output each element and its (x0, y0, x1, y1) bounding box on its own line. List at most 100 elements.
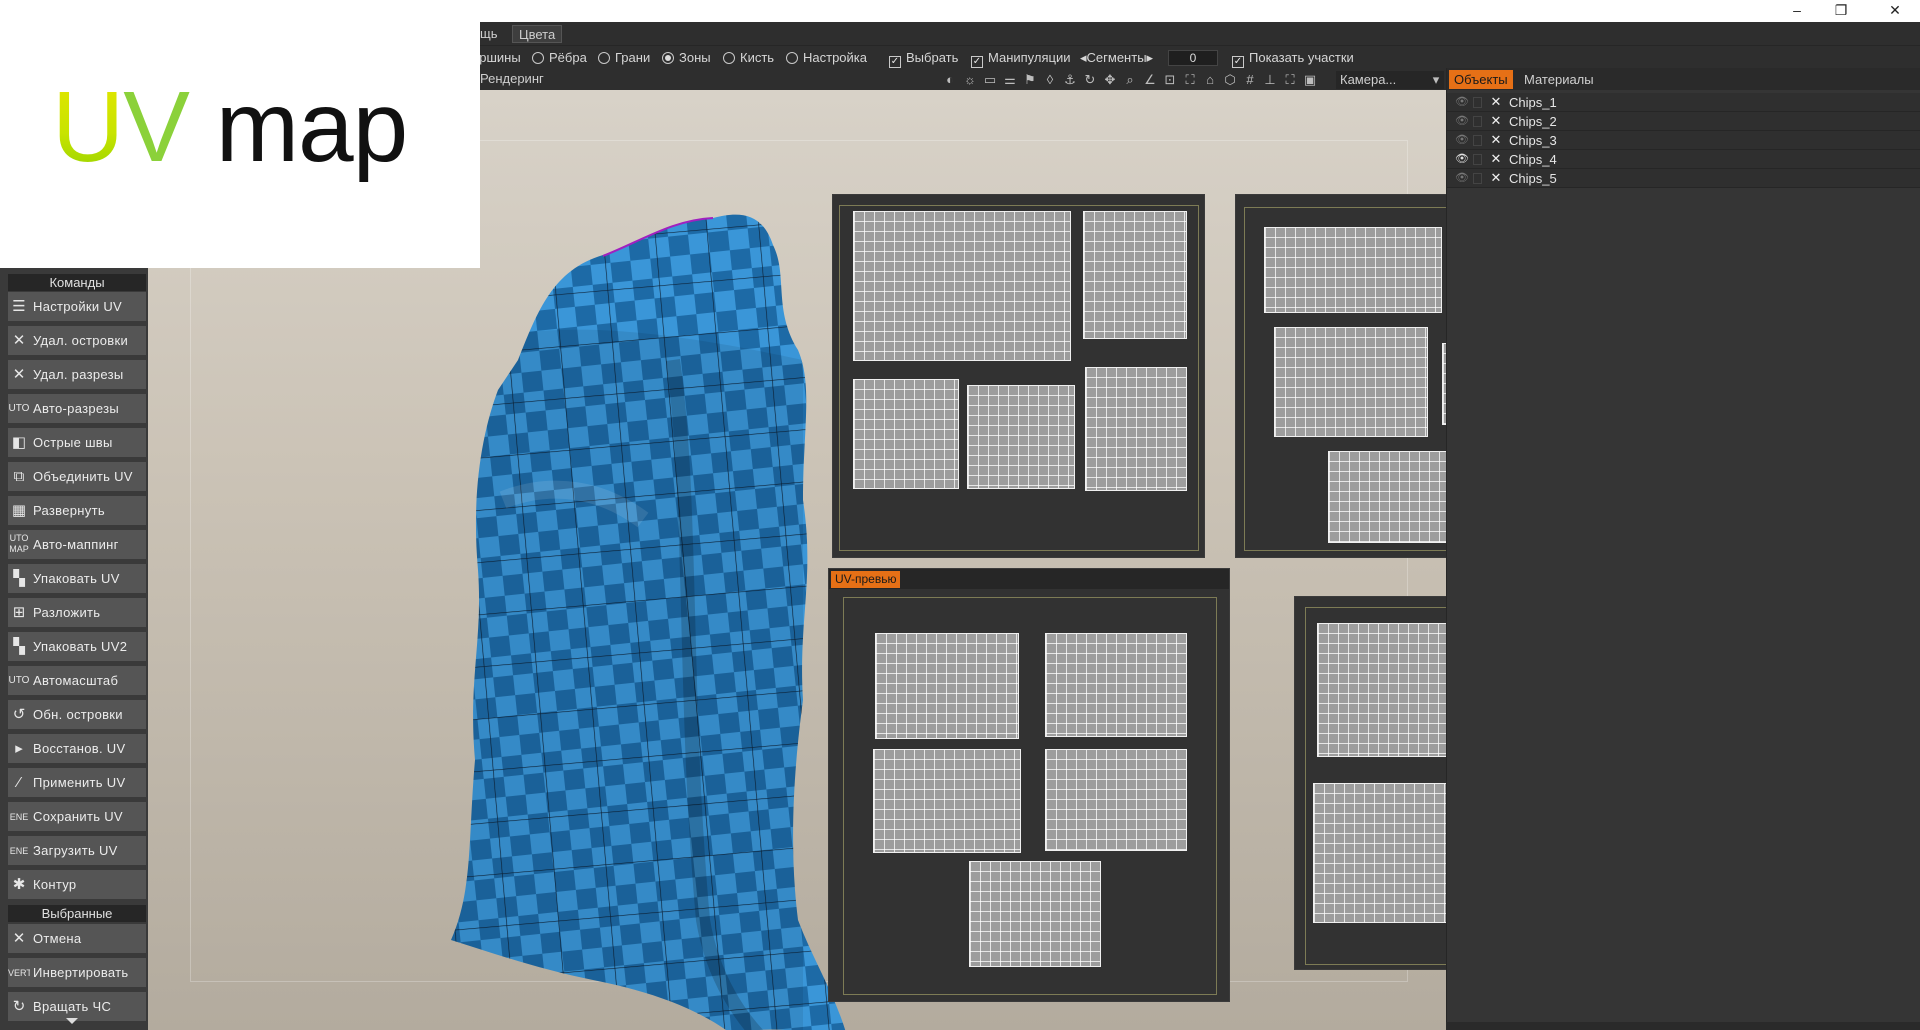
uv-island[interactable] (969, 861, 1101, 967)
cube-icon[interactable]: ⬡ (1222, 72, 1238, 88)
grid-light-icon[interactable]: ⚌ (1002, 72, 1018, 88)
command-uv-settings[interactable]: ☰ Настройки UV (8, 292, 146, 323)
command-refresh-islands[interactable]: ↺ Обн. островки (8, 700, 146, 731)
mode-faces[interactable]: Грани (598, 50, 650, 66)
grid-icon[interactable]: # (1242, 72, 1258, 88)
lock-icon[interactable] (1473, 154, 1482, 165)
uv-island[interactable] (873, 749, 1021, 853)
close-icon[interactable]: ✕ (1489, 151, 1503, 167)
uv-island[interactable] (1264, 227, 1442, 313)
tab-materials[interactable]: Материалы (1519, 70, 1599, 89)
eye-hidden-icon[interactable]: 👁 (1455, 172, 1469, 184)
command-auto-mapping[interactable]: UTO MAP Авто-маппинг (8, 530, 146, 561)
uv-island[interactable] (1045, 633, 1187, 737)
option-manipulators[interactable]: ✓ Манипуляции (971, 50, 1071, 68)
uv-island[interactable] (967, 385, 1075, 489)
command-delete-islands[interactable]: ✕ Удал. островки (8, 326, 146, 357)
close-icon[interactable]: ✕ (1489, 132, 1503, 148)
uv-island[interactable] (1045, 749, 1187, 851)
command-cancel[interactable]: ✕ Отмена (8, 924, 146, 955)
segments-input[interactable]: 0 (1168, 50, 1218, 66)
command-pack-uv2[interactable]: ▚ Упаковать UV2 (8, 632, 146, 663)
tab-objects[interactable]: Объекты (1449, 70, 1513, 89)
close-icon[interactable]: ✕ (1489, 94, 1503, 110)
command-load-uv[interactable]: ENE Загрузить UV (8, 836, 146, 867)
command-invert[interactable]: VERT Инвертировать (8, 958, 146, 989)
command-restore-uv[interactable]: ▸ Восстанов. UV (8, 734, 146, 765)
command-contour[interactable]: ✱ Контур (8, 870, 146, 901)
chevron-down-icon[interactable]: ▾ (1428, 72, 1444, 88)
checkbox-checked-icon: ✓ (971, 56, 983, 68)
commands-header: Команды (8, 274, 146, 291)
command-save-uv[interactable]: ENE Сохранить UV (8, 802, 146, 833)
fullscreen-icon[interactable]: ⛶ (1282, 72, 1298, 88)
object-row[interactable]: 👁 ✕ Chips_3 (1447, 131, 1920, 150)
eye-hidden-icon[interactable]: 👁 (1455, 115, 1469, 127)
tab-uv-preview[interactable]: UV-превью (831, 571, 901, 588)
command-delete-cuts[interactable]: ✕ Удал. разрезы (8, 360, 146, 391)
uv-island[interactable] (853, 211, 1071, 361)
zoom-icon[interactable]: ⌕ (1122, 72, 1138, 88)
close-icon[interactable]: ✕ (1489, 170, 1503, 186)
command-sharp-seams[interactable]: ◧ Острые швы (8, 428, 146, 459)
drop-icon[interactable]: ◊ (1042, 72, 1058, 88)
minimize-button[interactable]: – (1774, 0, 1820, 22)
eye-hidden-icon[interactable]: 👁 (1455, 96, 1469, 108)
axis-icon[interactable]: ⊥ (1262, 72, 1278, 88)
command-apply-uv[interactable]: ⁄ Применить UV (8, 768, 146, 799)
segments-label: ◂Сегменты▸ (1080, 50, 1154, 65)
command-unwrap[interactable]: ▦ Развернуть (8, 496, 146, 527)
anchor-icon[interactable]: ⚓ (1062, 72, 1078, 88)
command-layout[interactable]: ⊞ Разложить (8, 598, 146, 629)
lock-icon[interactable] (1473, 135, 1482, 146)
uv-island[interactable] (1083, 211, 1187, 339)
close-icon[interactable]: ✕ (1489, 113, 1503, 129)
object-row[interactable]: 👁 ✕ Chips_4 (1447, 150, 1920, 169)
command-autoscale[interactable]: UTO Автомасштаб (8, 666, 146, 697)
command-auto-cuts[interactable]: UTO Авто-разрезы (8, 394, 146, 425)
eye-visible-icon[interactable]: 👁 (1455, 153, 1469, 165)
object-row[interactable]: 👁 ✕ Chips_2 (1447, 112, 1920, 131)
rotate-icon[interactable]: ↻ (1082, 72, 1098, 88)
restore-button[interactable]: ❐ (1818, 0, 1864, 22)
contrast-icon[interactable]: ◐ (942, 72, 958, 88)
frame-select-icon[interactable]: ⛶ (1182, 72, 1198, 88)
command-merge-uv[interactable]: ⧉ Объединить UV (8, 462, 146, 493)
scroll-down-icon[interactable] (66, 1018, 78, 1024)
lock-icon[interactable] (1473, 173, 1482, 184)
command-pack-uv[interactable]: ▚ Упаковать UV (8, 564, 146, 595)
image-icon[interactable]: ▣ (1302, 72, 1318, 88)
mode-brush[interactable]: Кисть (723, 50, 774, 66)
lock-icon[interactable] (1473, 116, 1482, 127)
fit-icon[interactable]: ⊡ (1162, 72, 1178, 88)
uv-island[interactable] (1085, 367, 1187, 491)
object-name: Chips_3 (1509, 133, 1557, 148)
object-row[interactable]: 👁 ✕ Chips_5 (1447, 169, 1920, 188)
close-button[interactable]: ✕ (1872, 0, 1918, 22)
option-show-areas[interactable]: ✓ Показать участки (1232, 50, 1354, 68)
uv-island[interactable] (1313, 783, 1465, 923)
mode-zones[interactable]: Зоны (662, 50, 711, 66)
flag-icon[interactable]: ⚑ (1022, 72, 1038, 88)
eye-hidden-icon[interactable]: 👁 (1455, 134, 1469, 146)
light-icon[interactable]: ☼ (962, 72, 978, 88)
uv-island[interactable] (1317, 623, 1455, 757)
home-icon[interactable]: ⌂ (1202, 72, 1218, 88)
menu-item-colors[interactable]: Цвета (512, 25, 563, 43)
lock-icon[interactable] (1473, 97, 1482, 108)
move-icon[interactable]: ✥ (1102, 72, 1118, 88)
mode-edges[interactable]: Рёбра (532, 50, 587, 66)
uv-island[interactable] (1274, 327, 1428, 437)
option-select[interactable]: ✓ Выбрать (889, 50, 958, 68)
uv-island[interactable] (875, 633, 1019, 739)
frame-icon[interactable]: ▭ (982, 72, 998, 88)
checkbox-checked-icon: ✓ (1232, 56, 1244, 68)
object-row[interactable]: 👁 ✕ Chips_1 (1447, 93, 1920, 112)
sliders-icon: ☰ (12, 298, 26, 315)
uv-preview-panel[interactable]: UV-превью (828, 568, 1230, 1002)
render-menu[interactable]: Рендеринг (474, 70, 550, 88)
mode-settings[interactable]: Настройка (786, 50, 867, 66)
uv-island[interactable] (853, 379, 959, 489)
angle-icon[interactable]: ∠ (1142, 72, 1158, 88)
uv-panel-a[interactable] (832, 194, 1205, 558)
